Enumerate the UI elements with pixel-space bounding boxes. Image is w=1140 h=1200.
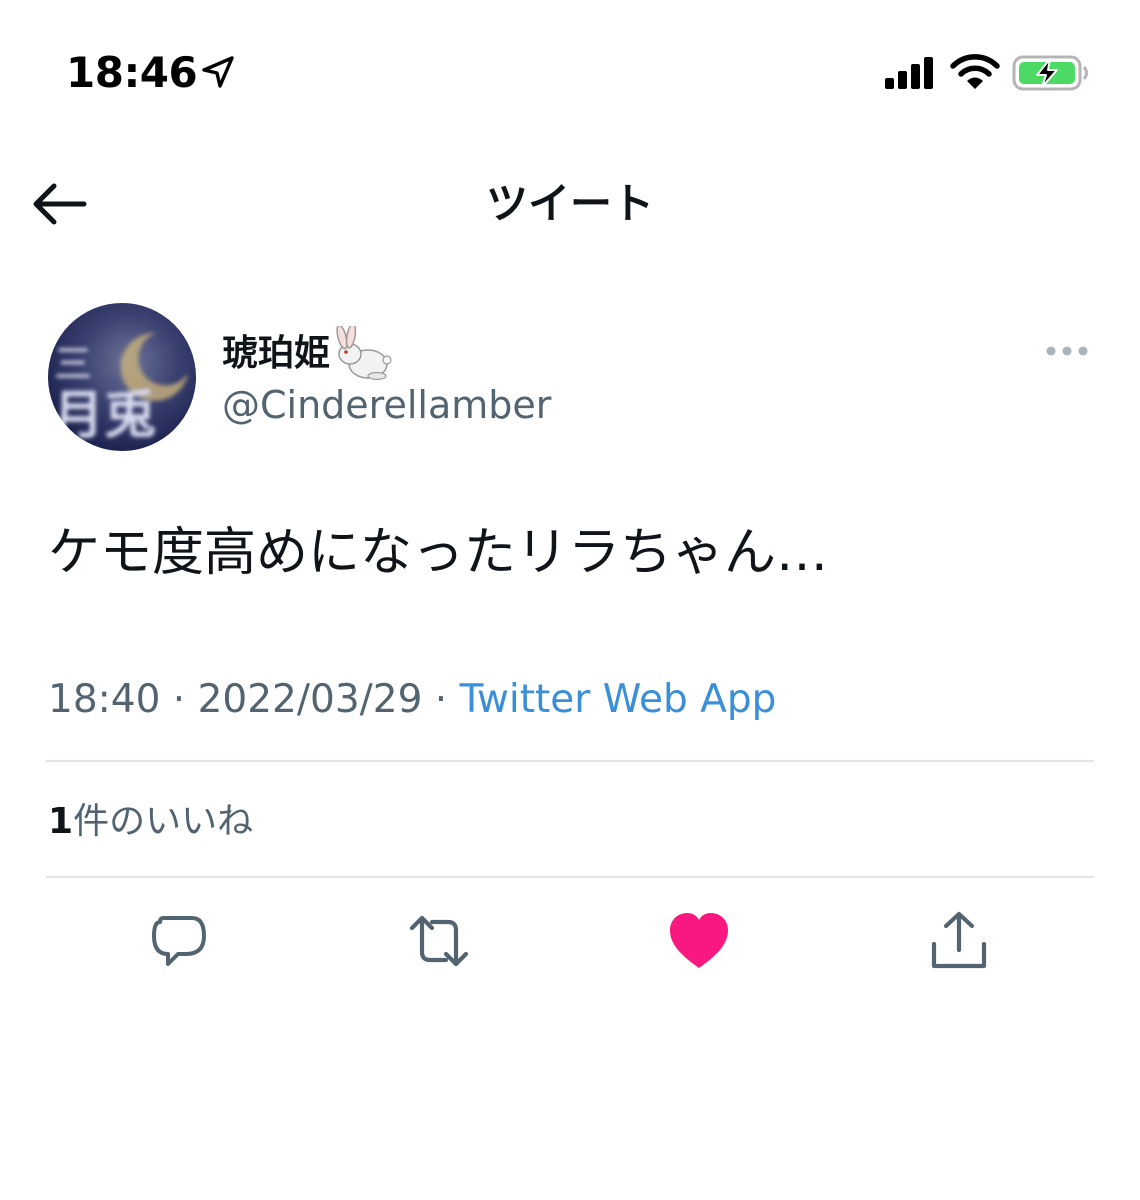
reply-bubble-icon <box>152 916 206 966</box>
status-bar-time: 18:46 <box>66 48 198 97</box>
svg-text:月兎: 月兎 <box>52 385 156 446</box>
tweet-text: ケモ度高めになったリラちゃん… <box>48 523 829 583</box>
tweet-meta: 18:40 · 2022/03/29 · Twitter Web App <box>48 672 776 728</box>
likes-label: 件のいいね <box>73 801 254 842</box>
cellular-signal-icon <box>884 56 936 90</box>
author-handle[interactable]: @Cinderellamber <box>222 380 551 430</box>
meta-separator: · <box>160 677 198 722</box>
author-display-name[interactable]: 琥珀姫 <box>222 328 330 380</box>
wifi-icon <box>950 52 1000 92</box>
more-options-icon[interactable] <box>1044 340 1090 362</box>
author-name-row[interactable]: 琥珀姫 <box>222 323 396 382</box>
avatar[interactable]: 三 月兎 <box>48 303 196 451</box>
likes-link[interactable]: 1件のいいね <box>48 796 253 848</box>
share-icon <box>931 911 987 969</box>
tweet-time: 18:40 <box>48 677 161 722</box>
battery-charging-icon <box>1012 54 1090 92</box>
rabbit-icon <box>332 323 396 382</box>
heart-icon <box>670 913 728 968</box>
location-arrow-icon <box>200 54 236 90</box>
divider <box>46 876 1094 878</box>
retweet-button[interactable] <box>406 908 472 974</box>
likes-count: 1 <box>48 801 74 842</box>
share-button[interactable] <box>926 908 992 974</box>
tweet-date: 2022/03/29 <box>197 677 423 722</box>
meta-separator: · <box>422 677 460 722</box>
svg-text:三: 三 <box>54 342 92 386</box>
page-title: ツイート <box>485 179 654 228</box>
tweet-source-link[interactable]: Twitter Web App <box>460 677 777 722</box>
reply-button[interactable] <box>146 908 212 974</box>
like-button[interactable] <box>666 908 732 974</box>
divider <box>46 760 1094 762</box>
retweet-icon <box>409 915 469 967</box>
